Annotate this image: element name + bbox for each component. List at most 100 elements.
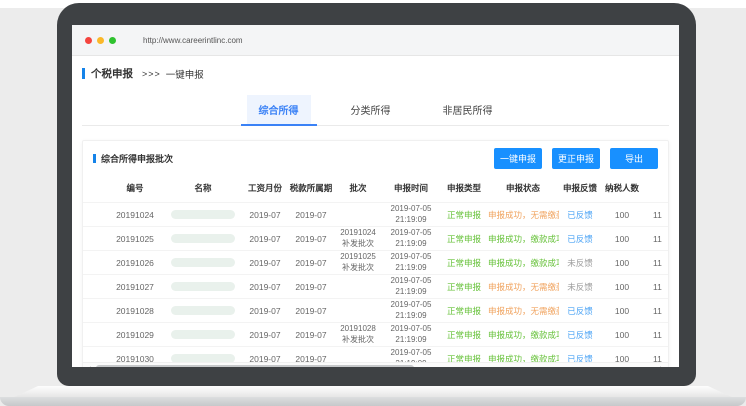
declare-time-text: 2019-07-0521:19:09 (382, 204, 440, 225)
cell-taxpayer-count: 100 (601, 347, 643, 363)
cell-tax-period: 2019-07 (287, 275, 335, 299)
row-select-cell (83, 299, 107, 323)
cell-declare-type: 正常申报 (441, 251, 487, 275)
row-select-cell (83, 323, 107, 347)
cell-clipped-value: 11 (643, 275, 668, 299)
table-row: 201910242019-072019-072019-07-0521:19:09… (83, 203, 668, 227)
declare-type-badge: 正常申报 (447, 306, 481, 316)
panel-accent-bar (93, 154, 96, 163)
cell-declare-status: 申报成功，缴款成功 (487, 323, 559, 347)
cell-declare-type: 正常申报 (441, 299, 487, 323)
cell-taxpayer-count: 100 (601, 275, 643, 299)
cell-clipped-value: 11 (643, 251, 668, 275)
row-select-cell (83, 227, 107, 251)
declare-status-badge: 申报成功，缴款成功 (488, 354, 559, 363)
scrollbar-thumb[interactable] (96, 365, 414, 367)
scroll-right-icon[interactable]: ► (659, 366, 665, 368)
correct-declaration-button[interactable]: 更正申报 (552, 148, 600, 169)
declare-time-text: 2019-07-0521:19:09 (382, 228, 440, 249)
declare-time-text: 2019-07-0521:19:09 (382, 252, 440, 273)
cell-salary-month: 2019-07 (243, 203, 287, 227)
declare-feedback-badge: 已反馈 (567, 210, 593, 220)
cell-name (163, 203, 243, 227)
cell-declare-time: 2019-07-0521:19:09 (381, 203, 441, 227)
cell-declare-feedback: 已反馈 (559, 227, 601, 251)
url-text[interactable]: http://www.careerintlinc.com (143, 36, 243, 45)
cell-declare-type: 正常申报 (441, 203, 487, 227)
declare-status-badge: 申报成功，缴款成功 (488, 258, 559, 268)
name-placeholder (171, 282, 235, 291)
one-click-declare-button[interactable]: 一键申报 (494, 148, 542, 169)
window-close-icon[interactable] (85, 37, 92, 44)
table-row: 201910292019-072019-0720191028补发批次2019-0… (83, 323, 668, 347)
name-placeholder (171, 354, 235, 362)
panel-title: 综合所得申报批次 (93, 152, 173, 165)
col-header-id: 编号 (107, 174, 163, 203)
col-header-clipped (643, 174, 668, 203)
name-placeholder (171, 258, 235, 267)
col-header-taxpayer-count: 纳税人数 (601, 174, 643, 203)
cell-batch (335, 275, 381, 299)
cell-tax-period: 2019-07 (287, 323, 335, 347)
declare-time-text: 2019-07-0521:19:09 (382, 300, 440, 321)
declare-status-badge: 申报成功，无需缴款 (488, 306, 559, 316)
cell-declare-time: 2019-07-0521:19:09 (381, 323, 441, 347)
row-select-cell (83, 275, 107, 299)
panel-title-text: 综合所得申报批次 (101, 152, 173, 165)
cell-declare-status: 申报成功，缴款成功 (487, 227, 559, 251)
page-title: 个税申报 (91, 66, 133, 81)
row-select-cell (83, 203, 107, 227)
cell-batch-id: 20191030 (107, 347, 163, 363)
col-header-declare-time: 申报时间 (381, 174, 441, 203)
cell-batch (335, 299, 381, 323)
cell-clipped-value: 11 (643, 227, 668, 251)
declare-feedback-badge: 未反馈 (567, 258, 593, 268)
tab-classified-income[interactable]: 分类所得 (339, 95, 403, 125)
declare-time-text: 2019-07-0521:19:09 (382, 276, 440, 297)
col-header-name: 名称 (163, 174, 243, 203)
cell-batch (335, 347, 381, 363)
table-row: 201910282019-072019-072019-07-0521:19:09… (83, 299, 668, 323)
income-type-tabs: 综合所得 分类所得 非居民所得 (82, 95, 669, 126)
window-minimize-icon[interactable] (97, 37, 104, 44)
declare-status-badge: 申报成功，缴款成功 (488, 234, 559, 244)
cell-tax-period: 2019-07 (287, 347, 335, 363)
tab-nonresident-income[interactable]: 非居民所得 (431, 95, 505, 125)
declare-time-text: 2019-07-0521:19:09 (382, 324, 440, 345)
cell-declare-feedback: 未反馈 (559, 275, 601, 299)
cell-declare-time: 2019-07-0521:19:09 (381, 251, 441, 275)
cell-taxpayer-count: 100 (601, 203, 643, 227)
horizontal-scrollbar[interactable]: ◄ ► (83, 362, 668, 367)
batches-table-wrapper: 编号 名称 工资月份 税款所属期 批次 申报时间 申报类型 申报状态 申报反馈 … (83, 174, 668, 362)
cell-declare-type: 正常申报 (441, 347, 487, 363)
laptop-stand-base (0, 397, 746, 406)
declare-status-badge: 申报成功，无需缴款 (488, 282, 559, 292)
batches-table: 编号 名称 工资月份 税款所属期 批次 申报时间 申报类型 申报状态 申报反馈 … (83, 174, 668, 362)
cell-declare-feedback: 已反馈 (559, 323, 601, 347)
cell-declare-time: 2019-07-0521:19:09 (381, 299, 441, 323)
cell-name (163, 227, 243, 251)
tab-comprehensive-income[interactable]: 综合所得 (247, 95, 311, 125)
declare-feedback-badge: 已反馈 (567, 354, 593, 363)
cell-batch-id: 20191025 (107, 227, 163, 251)
window-maximize-icon[interactable] (109, 37, 116, 44)
cell-salary-month: 2019-07 (243, 323, 287, 347)
scroll-left-icon[interactable]: ◄ (86, 366, 92, 368)
cell-declare-feedback: 已反馈 (559, 347, 601, 363)
export-button[interactable]: 导出 (610, 148, 658, 169)
col-header-declare-status: 申报状态 (487, 174, 559, 203)
cell-declare-status: 申报成功，无需缴款 (487, 299, 559, 323)
table-row: 201910262019-072019-0720191025补发批次2019-0… (83, 251, 668, 275)
name-placeholder (171, 210, 235, 219)
cell-batch-id: 20191027 (107, 275, 163, 299)
declare-status-badge: 申报成功，无需缴款 (488, 210, 559, 220)
cell-declare-time: 2019-07-0521:19:09 (381, 227, 441, 251)
cell-batch-id: 20191028 (107, 299, 163, 323)
cell-declare-type: 正常申报 (441, 227, 487, 251)
cell-tax-period: 2019-07 (287, 251, 335, 275)
cell-taxpayer-count: 100 (601, 251, 643, 275)
cell-name (163, 323, 243, 347)
declare-status-badge: 申报成功，缴款成功 (488, 330, 559, 340)
cell-declare-time: 2019-07-0521:19:09 (381, 275, 441, 299)
batch-text: 20191028补发批次 (336, 324, 380, 345)
